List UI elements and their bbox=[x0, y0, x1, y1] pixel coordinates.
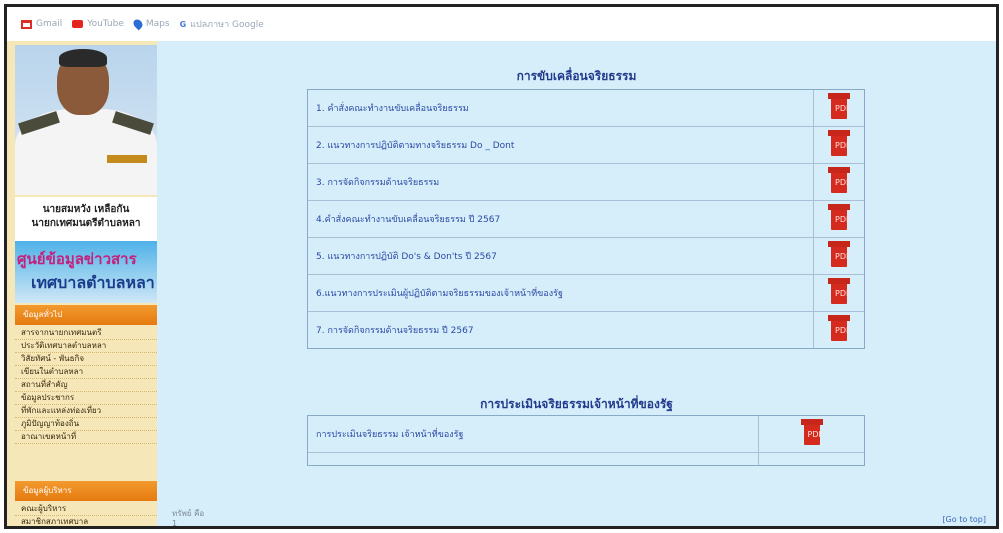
main-content: การขับเคลื่อนจริยธรรม 1. คำสั่งคณะทำงานข… bbox=[157, 41, 996, 526]
document-link[interactable]: 1. คำสั่งคณะทำงานขับเคลื่อนจริยธรรม bbox=[308, 90, 814, 126]
menu-item[interactable]: สมาชิกสภาเทศบาล bbox=[15, 516, 157, 526]
menu-item[interactable]: สารจากนายกเทศมนตรี bbox=[15, 327, 157, 340]
table-row: 5. แนวทางการปฏิบัติ Do's & Don'ts ปี 256… bbox=[308, 238, 864, 275]
banner-line-1: ศูนย์ข้อมูลข่าวสาร bbox=[17, 250, 137, 268]
bookmarks-bar: Gmail YouTube Maps G แปลภาษา Google bbox=[7, 7, 996, 41]
pdf-glyph: PDF bbox=[835, 326, 851, 335]
pdf-icon[interactable]: PDF bbox=[828, 93, 851, 119]
maps-icon bbox=[131, 17, 145, 31]
pdf-glyph: PDF bbox=[835, 252, 851, 261]
menu-item[interactable]: คณะผู้บริหาร bbox=[15, 503, 157, 516]
pdf-glyph: PDF bbox=[835, 289, 851, 298]
bookmark-gmail[interactable]: Gmail bbox=[21, 19, 62, 29]
bookmark-maps[interactable]: Maps bbox=[131, 17, 170, 31]
visitor-counter: ทรัพย์ คือ 1 bbox=[172, 509, 205, 528]
pdf-glyph: PDF bbox=[835, 215, 851, 224]
photo-hair bbox=[59, 49, 107, 67]
mayor-title-line: นายกเทศมนตรีตำบลหลา bbox=[31, 218, 141, 229]
table-row bbox=[308, 453, 864, 465]
ethics-assessment-table: การประเมินจริยธรรม เจ้าหน้าที่ของรัฐ PDF bbox=[307, 415, 865, 466]
bookmark-youtube[interactable]: YouTube bbox=[72, 19, 124, 29]
gmail-icon bbox=[21, 19, 32, 29]
table-row: 3. การจัดกิจกรรมด้านจริยธรรม PDF bbox=[308, 164, 864, 201]
menu-item[interactable]: ข้อมูลประชากร bbox=[15, 392, 157, 405]
counter-value: 1 bbox=[172, 519, 178, 528]
document-link[interactable]: การประเมินจริยธรรม เจ้าหน้าที่ของรัฐ bbox=[308, 416, 759, 452]
menu-item[interactable]: อาณาเขตหน้าที่ bbox=[15, 431, 157, 444]
table-row: 2. แนวทางการปฏิบัติตามทางจริยธรรม Do _ D… bbox=[308, 127, 864, 164]
youtube-icon bbox=[72, 20, 84, 28]
bookmark-label: Gmail bbox=[36, 19, 63, 29]
menu-item[interactable]: สถานที่สำคัญ bbox=[15, 379, 157, 392]
banner-line-2: เทศบาลตำบลหลา bbox=[31, 273, 155, 292]
pdf-icon[interactable]: PDF bbox=[828, 130, 851, 156]
bookmark-label: Maps bbox=[145, 19, 170, 29]
pdf-glyph: PDF bbox=[835, 104, 851, 113]
menu-header-general: ข้อมูลทั่วไป bbox=[15, 305, 157, 325]
table-row: 6.แนวทางการประเมินผู้ปฏิบัติตามจริยธรรมข… bbox=[308, 275, 864, 312]
bookmark-label: YouTube bbox=[87, 19, 124, 29]
menu-item[interactable]: ที่พักและแหล่งท่องเที่ยว bbox=[15, 405, 157, 418]
section-title-ethics-drive: การขับเคลื่อนจริยธรรม bbox=[516, 69, 637, 83]
document-link[interactable]: 5. แนวทางการปฏิบัติ Do's & Don'ts ปี 256… bbox=[308, 238, 814, 274]
table-row: 1. คำสั่งคณะทำงานขับเคลื่อนจริยธรรม PDF bbox=[308, 90, 864, 127]
pdf-icon[interactable]: PDF bbox=[828, 278, 851, 304]
translate-icon: G bbox=[179, 19, 187, 29]
counter-label: ทรัพย์ คือ bbox=[172, 509, 205, 518]
sidebar: นายสมหวัง เหลือกัน นายกเทศมนตรีตำบลหลา ศ… bbox=[7, 41, 157, 526]
mayor-photo bbox=[15, 45, 157, 195]
bookmark-translate[interactable]: G แปลภาษา Google bbox=[180, 17, 264, 31]
mayor-name: นายสมหวัง เหลือกัน นายกเทศมนตรีตำบลหลา bbox=[15, 197, 157, 241]
table-row: การประเมินจริยธรรม เจ้าหน้าที่ของรัฐ PDF bbox=[308, 416, 864, 453]
menu-header-executives: ข้อมูลผู้บริหาร bbox=[15, 481, 157, 501]
executives-menu: คณะผู้บริหาร สมาชิกสภาเทศบาล bbox=[15, 503, 157, 526]
ethics-drive-table: 1. คำสั่งคณะทำงานขับเคลื่อนจริยธรรม PDF … bbox=[307, 89, 865, 349]
pdf-icon[interactable]: PDF bbox=[828, 167, 851, 193]
document-link[interactable]: 4.คำสั่งคณะทำงานขับเคลื่อนจริยธรรม ปี 25… bbox=[308, 201, 814, 237]
bookmark-label: แปลภาษา Google bbox=[190, 20, 264, 30]
table-row: 7. การจัดกิจกรรมด้านจริยธรรม ปี 2567 PDF bbox=[308, 312, 864, 348]
document-link[interactable]: 3. การจัดกิจกรรมด้านจริยธรรม bbox=[308, 164, 814, 200]
pdf-icon[interactable]: PDF bbox=[800, 419, 823, 445]
menu-item[interactable]: วิสัยทัศน์ - พันธกิจ bbox=[15, 353, 157, 366]
pdf-glyph: PDF bbox=[835, 178, 851, 187]
menu-item[interactable]: เขียนในตำบลหลา bbox=[15, 366, 157, 379]
browser-frame: Gmail YouTube Maps G แปลภาษา Google นายส… bbox=[4, 4, 999, 529]
section-title-ethics-assessment: การประเมินจริยธรรมเจ้าหน้าที่ของรัฐ bbox=[480, 397, 673, 411]
general-menu: สารจากนายกเทศมนตรี ประวัติเทศบาลตำบลหลา … bbox=[15, 327, 157, 444]
pdf-glyph: PDF bbox=[807, 430, 824, 439]
document-link[interactable]: 6.แนวทางการประเมินผู้ปฏิบัติตามจริยธรรมข… bbox=[308, 275, 814, 311]
mayor-name-line: นายสมหวัง เหลือกัน bbox=[42, 204, 130, 215]
pdf-icon[interactable]: PDF bbox=[828, 241, 851, 267]
pdf-glyph: PDF bbox=[835, 141, 851, 150]
pdf-icon[interactable]: PDF bbox=[828, 315, 851, 341]
document-link[interactable]: 7. การจัดกิจกรรมด้านจริยธรรม ปี 2567 bbox=[308, 312, 814, 348]
go-to-top-link[interactable]: [Go to top] bbox=[942, 515, 986, 524]
empty-cell bbox=[759, 453, 864, 465]
menu-item[interactable]: ภูมิปัญญาท้องถิ่น bbox=[15, 418, 157, 431]
empty-cell bbox=[308, 453, 759, 465]
info-center-banner[interactable]: ศูนย์ข้อมูลข่าวสาร เทศบาลตำบลหลา bbox=[15, 241, 157, 303]
document-link[interactable]: 2. แนวทางการปฏิบัติตามทางจริยธรรม Do _ D… bbox=[308, 127, 814, 163]
pdf-icon[interactable]: PDF bbox=[828, 204, 851, 230]
table-row: 4.คำสั่งคณะทำงานขับเคลื่อนจริยธรรม ปี 25… bbox=[308, 201, 864, 238]
menu-item[interactable]: ประวัติเทศบาลตำบลหลา bbox=[15, 340, 157, 353]
photo-medal bbox=[107, 155, 147, 163]
